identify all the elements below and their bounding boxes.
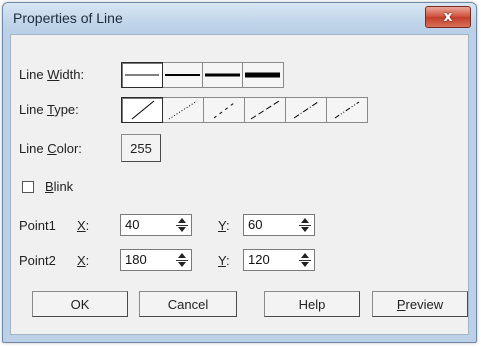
title-bar: Properties of Line x xyxy=(3,3,476,33)
line-width-thick-icon xyxy=(205,73,240,77)
point2-y-spinbox[interactable]: 120 xyxy=(243,249,315,271)
point2-y-label: Y: xyxy=(218,253,230,268)
point1-x-label: X: xyxy=(77,218,90,233)
point2-x-value: 180 xyxy=(125,252,147,267)
point2-y-decrement[interactable] xyxy=(297,260,313,269)
line-type-long-dash-button[interactable] xyxy=(245,98,286,122)
point2-x-decrement[interactable] xyxy=(174,260,190,269)
spin-up-icon xyxy=(301,253,309,258)
point1-y-increment[interactable] xyxy=(297,216,313,225)
line-type-dashed-button[interactable] xyxy=(204,98,245,122)
line-type-dash-dot-dot-button[interactable] xyxy=(327,98,367,122)
blink-label: Blink xyxy=(45,179,74,194)
line-width-label: Line Width: xyxy=(19,67,85,82)
line-width-medium-button[interactable] xyxy=(163,63,203,87)
point1-y-decrement[interactable] xyxy=(297,225,313,234)
line-width-thin-button[interactable] xyxy=(121,62,163,88)
line-type-dash-dot-dot-icon xyxy=(334,101,360,119)
line-type-dash-dot-button[interactable] xyxy=(286,98,327,122)
spin-down-icon xyxy=(301,227,309,232)
spin-up-icon xyxy=(178,218,186,223)
point1-y-spinbox[interactable]: 60 xyxy=(243,214,315,236)
preview-button[interactable]: Preview xyxy=(372,291,468,317)
point2-x-label: X: xyxy=(77,253,90,268)
blink-checkbox[interactable] xyxy=(22,181,34,193)
line-width-extra-thick-button[interactable] xyxy=(243,63,283,87)
cancel-button-label: Cancel xyxy=(167,296,209,312)
spin-down-icon xyxy=(178,262,186,267)
line-width-thick-button[interactable] xyxy=(203,63,243,87)
window-title: Properties of Line xyxy=(13,10,123,26)
line-width-medium-icon xyxy=(165,74,200,76)
point1-x-spinbox[interactable]: 40 xyxy=(120,214,192,236)
spin-down-icon xyxy=(301,262,309,267)
properties-dialog: Properties of Line x Line Width: Line Ty… xyxy=(2,2,477,343)
ok-button[interactable]: OK xyxy=(32,291,128,317)
close-button[interactable]: x xyxy=(425,6,471,28)
dialog-body: Line Width: Line Type: Line Color: 255 B… xyxy=(10,34,469,335)
point2-x-increment[interactable] xyxy=(174,251,190,260)
line-color-value: 255 xyxy=(130,140,152,156)
line-type-label: Line Type: xyxy=(19,102,79,117)
line-color-button[interactable]: 255 xyxy=(121,134,161,162)
line-width-thin-icon xyxy=(125,74,159,76)
spin-up-icon xyxy=(178,253,186,258)
cancel-button[interactable]: Cancel xyxy=(139,291,237,317)
line-width-selector xyxy=(121,62,284,88)
close-icon: x xyxy=(443,9,453,25)
line-type-solid-icon xyxy=(131,100,155,120)
point2-x-spinbox[interactable]: 180 xyxy=(120,249,192,271)
point2-y-spinner xyxy=(297,251,313,269)
point1-y-label: Y: xyxy=(218,218,230,233)
point1-x-increment[interactable] xyxy=(174,216,190,225)
point2-x-spinner xyxy=(174,251,190,269)
point1-y-value: 60 xyxy=(248,217,263,232)
line-type-dashed-icon xyxy=(213,102,235,119)
help-button[interactable]: Help xyxy=(264,291,360,317)
point1-x-spinner xyxy=(174,216,190,234)
line-type-solid-button[interactable] xyxy=(121,97,163,123)
line-type-dotted-button[interactable] xyxy=(163,98,204,122)
ok-button-label: OK xyxy=(70,296,90,312)
preview-button-label: Preview xyxy=(396,296,444,312)
line-type-dash-dot-icon xyxy=(293,101,319,119)
spin-down-icon xyxy=(178,227,186,232)
point1-label: Point1 xyxy=(19,218,56,233)
spin-up-icon xyxy=(301,218,309,223)
line-type-long-dash-icon xyxy=(250,100,280,120)
line-type-dotted-icon xyxy=(168,100,198,120)
point1-y-spinner xyxy=(297,216,313,234)
point2-label: Point2 xyxy=(19,253,56,268)
point2-y-increment[interactable] xyxy=(297,251,313,260)
line-color-label: Line Color: xyxy=(19,141,82,156)
point1-x-value: 40 xyxy=(125,217,140,232)
help-button-label: Help xyxy=(298,296,326,312)
point2-y-value: 120 xyxy=(248,252,270,267)
line-width-extra-thick-icon xyxy=(245,72,280,78)
line-type-selector xyxy=(121,97,368,123)
point1-x-decrement[interactable] xyxy=(174,225,190,234)
